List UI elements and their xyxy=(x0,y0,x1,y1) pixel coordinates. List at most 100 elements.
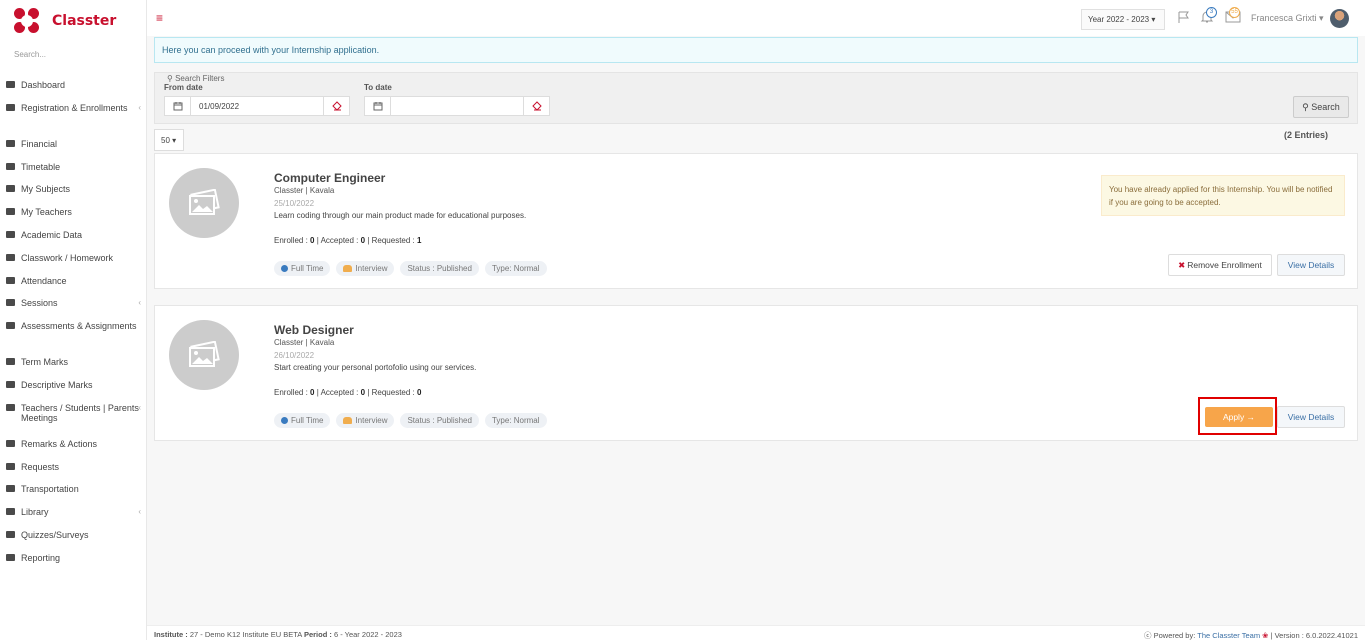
internship-company: Classter | Kavala xyxy=(274,186,335,195)
accepted-count: 0 xyxy=(360,236,366,245)
close-icon: ✖ xyxy=(1178,259,1186,270)
sidebar-item-label: My Subjects xyxy=(21,184,71,195)
tag-type: Type: Normal xyxy=(484,413,547,428)
sidebar-nav: Dashboard Registration & Enrollments ‹ Fina… xyxy=(0,74,146,570)
search-button[interactable]: ⚲ Search xyxy=(1293,96,1349,118)
calendar-icon[interactable] xyxy=(165,97,191,115)
sidebar-item-assessments-assignments[interactable]: Assessments & Assignments xyxy=(0,315,146,351)
sidebar-item-label: Attendance xyxy=(21,275,67,286)
sidebar-item-dashboard[interactable]: Dashboard xyxy=(0,74,146,97)
avatar[interactable] xyxy=(1330,9,1349,28)
sidebar-item-sessions[interactable]: Sessions ‹ xyxy=(0,292,146,315)
sidebar-item-requests[interactable]: Requests xyxy=(0,456,146,479)
already-applied-notice: You have already applied for this Intern… xyxy=(1101,175,1345,216)
sidebar-item-label: Sessions xyxy=(21,298,58,309)
printer-icon xyxy=(5,553,17,562)
view-details-button[interactable]: View Details xyxy=(1277,254,1345,276)
accepted-label: | Accepted : xyxy=(316,388,359,397)
copyright-icon: ⓒ xyxy=(1144,631,1152,640)
user-name: Francesca Grixti xyxy=(1251,13,1317,23)
eraser-icon[interactable] xyxy=(323,97,349,115)
user-menu[interactable]: Francesca Grixti ▾ xyxy=(1251,13,1324,24)
enrolled-label: Enrolled : xyxy=(274,388,308,397)
per-page-select[interactable]: 50 ▾ xyxy=(154,129,184,151)
sidebar-item-academic-data[interactable]: Academic Data xyxy=(0,224,146,247)
coins-icon xyxy=(5,139,17,148)
sidebar-item-label: Dashboard xyxy=(21,80,66,90)
edit-icon xyxy=(5,321,17,330)
period-label: Period : xyxy=(303,630,332,639)
books-icon xyxy=(5,184,17,193)
year-select-value: Year 2022 - 2023 xyxy=(1088,15,1150,24)
accepted-count: 0 xyxy=(360,388,366,397)
from-date-field[interactable]: 01/09/2022 xyxy=(164,96,350,116)
sidebar-item-label: Remarks & Actions xyxy=(21,438,98,449)
sidebar-item-label: Financial xyxy=(21,138,58,149)
sidebar-item-label: Timetable xyxy=(21,161,61,172)
view-details-button[interactable]: View Details xyxy=(1277,406,1345,428)
calendar-icon[interactable] xyxy=(365,97,391,115)
internship-date: 25/10/2022 xyxy=(274,199,315,208)
users-icon xyxy=(5,207,17,216)
remove-enrollment-button[interactable]: ✖ Remove Enrollment xyxy=(1168,254,1272,276)
sidebar-item-term-marks[interactable]: Term Marks xyxy=(0,351,146,374)
per-page-value: 50 xyxy=(161,136,170,145)
search-icon: ⚲ xyxy=(1302,101,1309,112)
classter-logo-icon xyxy=(14,8,40,34)
internship-description: Learn coding through our main product ma… xyxy=(274,211,527,220)
tag-full-time: Full Time xyxy=(274,413,331,428)
to-date-field[interactable] xyxy=(364,96,550,116)
sidebar-item-transportation[interactable]: Transportation xyxy=(0,478,146,501)
clock-icon xyxy=(281,265,288,272)
brand-name: Classter xyxy=(52,13,117,29)
image-placeholder-icon xyxy=(169,320,239,390)
search-filters: ⚲ Search Filters From date 01/09/2022 To… xyxy=(154,72,1358,124)
clock-icon xyxy=(281,417,288,424)
sidebar-item-label: Library xyxy=(21,507,49,518)
sidebar-item-registration-enrollments[interactable]: Registration & Enrollments ‹ xyxy=(0,97,146,133)
sidebar-item-timetable[interactable]: Timetable xyxy=(0,156,146,179)
flag-icon[interactable] xyxy=(1177,11,1191,23)
meeting-icon xyxy=(5,403,17,412)
sidebar-item-teachers-students-parents-meetings[interactable]: Teachers / Students | Parents Meetings ‹ xyxy=(0,397,146,433)
tag-type: Type: Normal xyxy=(484,261,547,276)
tag-label: Full Time xyxy=(291,264,324,273)
tag-label: Interview xyxy=(355,264,388,273)
brand[interactable]: Classter xyxy=(0,0,146,42)
to-date-label: To date xyxy=(364,83,392,92)
sidebar-item-classwork-homework[interactable]: Classwork / Homework xyxy=(0,247,146,270)
sidebar-item-library[interactable]: Library ‹ xyxy=(0,501,146,524)
internship-company: Classter | Kavala xyxy=(274,338,335,347)
sidebar-item-my-teachers[interactable]: My Teachers xyxy=(0,201,146,224)
sidebar-item-remarks-actions[interactable]: Remarks & Actions xyxy=(0,433,146,456)
sidebar-item-descriptive-marks[interactable]: Descriptive Marks xyxy=(0,374,146,397)
internship-title: Web Designer xyxy=(274,323,354,337)
eraser-icon[interactable] xyxy=(523,97,549,115)
tag-full-time: Full Time xyxy=(274,261,331,276)
from-date-input[interactable]: 01/09/2022 xyxy=(191,97,323,115)
period-value: 6 - Year 2022 - 2023 xyxy=(333,630,402,639)
year-select[interactable]: Year 2022 - 2023 ▾ xyxy=(1081,9,1165,30)
book-icon xyxy=(5,357,17,366)
sidebar-item-quizzes-surveys[interactable]: Quizzes/Surveys xyxy=(0,524,146,547)
search-button-label: Search xyxy=(1311,102,1340,112)
menu-toggle-icon[interactable]: ≡ xyxy=(156,11,163,25)
requested-count: 0 xyxy=(417,388,422,397)
sidebar-search-input[interactable]: Search... xyxy=(0,42,146,68)
chevron-left-icon: ‹ xyxy=(138,102,141,112)
sidebar-item-my-subjects[interactable]: My Subjects xyxy=(0,178,146,201)
sidebar-item-label: Academic Data xyxy=(21,229,83,240)
tag-status: Status : Published xyxy=(400,413,479,428)
institute-value: 27 - Demo K12 Institute EU BETA xyxy=(189,630,302,639)
internship-stats: Enrolled : 0 | Accepted : 0 | Requested … xyxy=(274,236,421,245)
calendar-icon xyxy=(5,162,17,171)
powered-label: Powered by: xyxy=(1153,631,1196,640)
sidebar-item-reporting[interactable]: Reporting xyxy=(0,547,146,570)
internship-stats: Enrolled : 0 | Accepted : 0 | Requested … xyxy=(274,388,421,397)
accepted-label: | Accepted : xyxy=(316,236,359,245)
internship-card: Web Designer Classter | Kavala 26/10/202… xyxy=(154,305,1358,441)
classter-team-link[interactable]: The Classter Team xyxy=(1197,631,1260,640)
sidebar-item-attendance[interactable]: Attendance xyxy=(0,270,146,293)
to-date-input[interactable] xyxy=(391,97,523,115)
sidebar-item-financial[interactable]: Financial xyxy=(0,133,146,156)
